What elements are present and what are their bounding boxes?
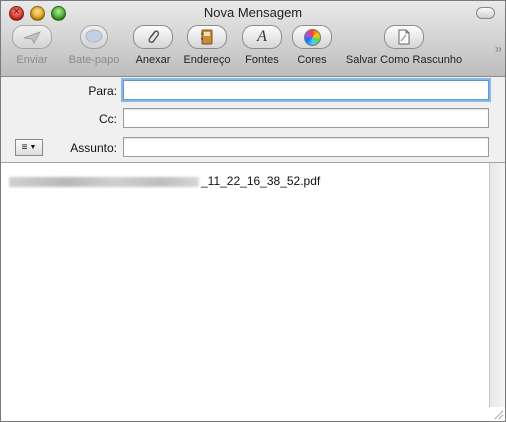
draft-icon: [384, 25, 424, 49]
cc-field[interactable]: [123, 108, 489, 128]
header-fields: Para: Cc: Assunto: ≡ ▼: [1, 77, 505, 163]
subject-label: Assunto:: [70, 141, 117, 155]
message-body[interactable]: _11_22_16_38_52.pdf: [1, 163, 491, 421]
subject-row: Assunto:: [1, 137, 505, 159]
compose-window: Nova Mensagem Enviar Bate-papo Anexar: [0, 0, 506, 422]
vertical-scrollbar[interactable]: [489, 163, 505, 407]
to-row: Para:: [1, 80, 505, 102]
chat-label: Bate-papo: [68, 54, 120, 66]
address-button[interactable]: Endereço: [181, 25, 233, 66]
send-label: Enviar: [16, 54, 48, 66]
toolbar-overflow-icon[interactable]: »: [495, 41, 502, 56]
attachment-item[interactable]: _11_22_16_38_52.pdf: [9, 174, 320, 188]
cc-label: Cc:: [99, 112, 117, 126]
save-draft-label: Salvar Como Rascunho: [345, 54, 463, 66]
attach-label: Anexar: [135, 54, 171, 66]
send-button[interactable]: Enviar: [10, 25, 54, 66]
fonts-icon: A: [242, 25, 282, 49]
send-icon: [12, 25, 52, 49]
attach-button[interactable]: Anexar: [131, 25, 175, 66]
redacted-path: [9, 176, 199, 187]
toolbar-toggle-button[interactable]: [476, 7, 495, 19]
colors-button[interactable]: Cores: [290, 25, 334, 66]
colors-label: Cores: [297, 54, 327, 66]
fonts-label: Fontes: [245, 54, 279, 66]
to-label: Para:: [88, 84, 117, 98]
toolbar: Enviar Bate-papo Anexar Endereço A Fonte…: [1, 23, 505, 73]
chevron-down-icon: ▼: [29, 144, 37, 151]
header-options-button[interactable]: ≡ ▼: [15, 139, 43, 156]
chat-button[interactable]: Bate-papo: [64, 25, 124, 66]
fonts-button[interactable]: A Fontes: [239, 25, 285, 66]
color-wheel-icon: [292, 25, 332, 49]
cc-row: Cc:: [1, 108, 505, 130]
title-bar: Nova Mensagem Enviar Bate-papo Anexar: [1, 1, 505, 77]
paperclip-icon: [133, 25, 173, 49]
chat-icon: [80, 25, 108, 49]
address-book-icon: [187, 25, 227, 49]
address-label: Endereço: [183, 54, 231, 66]
save-draft-button[interactable]: Salvar Como Rascunho: [342, 25, 466, 66]
window-title: Nova Mensagem: [203, 5, 303, 20]
list-icon: ≡: [21, 142, 28, 153]
to-field[interactable]: [123, 80, 489, 100]
subject-field[interactable]: [123, 137, 489, 157]
attachment-filename: _11_22_16_38_52.pdf: [201, 174, 321, 188]
resize-grip-icon[interactable]: [490, 406, 504, 420]
